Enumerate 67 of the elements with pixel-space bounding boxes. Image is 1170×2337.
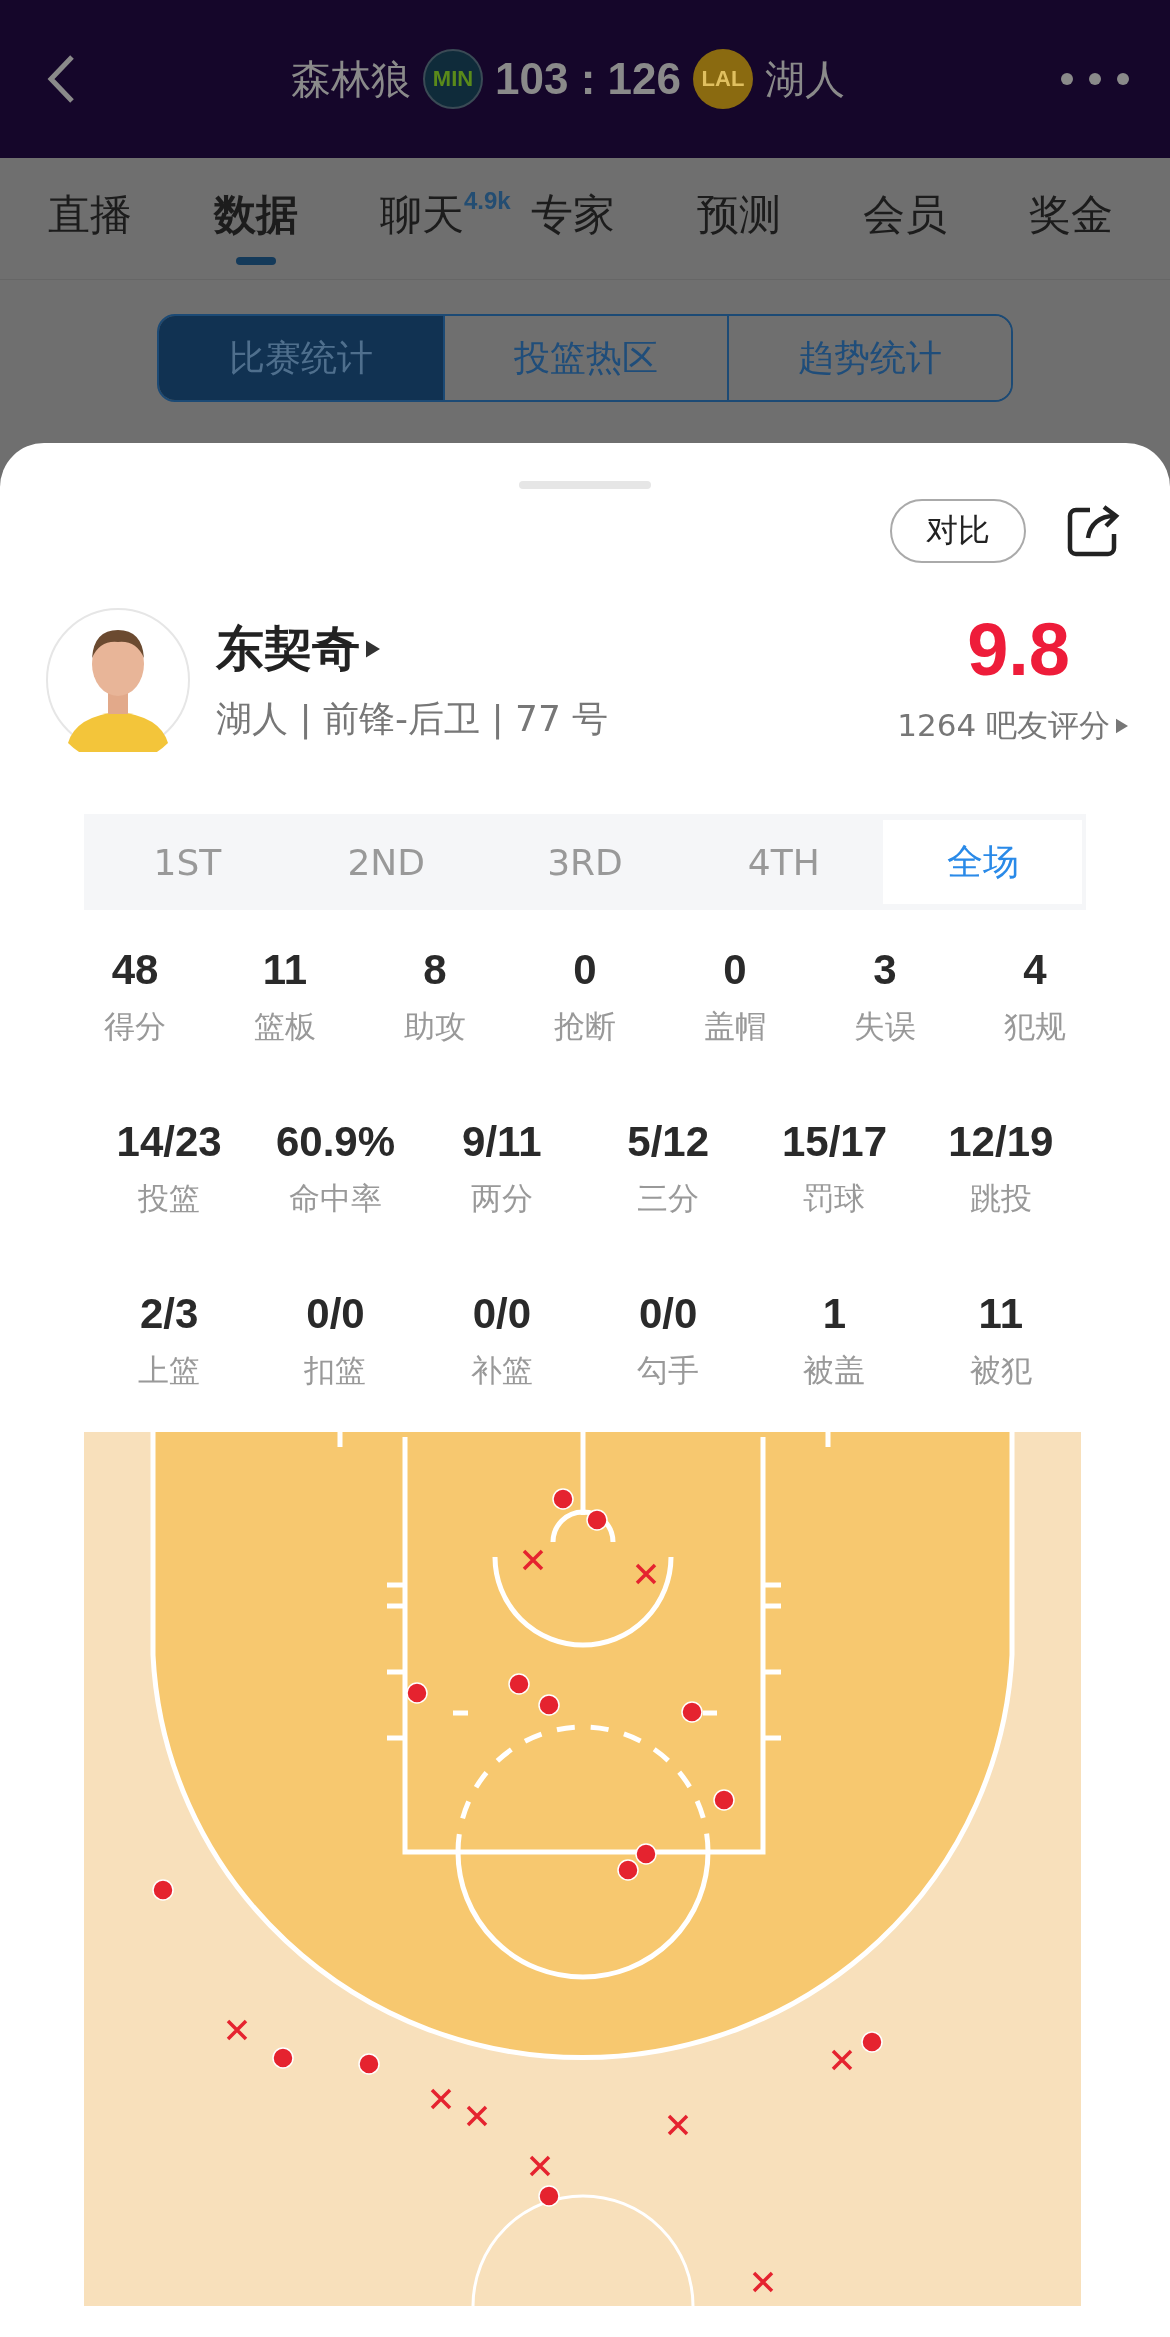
rating-score: 9.8 [967, 613, 1070, 687]
stat-label: 被盖 [803, 1351, 866, 1390]
stat-value: 9/11 [462, 1118, 542, 1166]
stat-label: 盖帽 [704, 1007, 766, 1046]
tab[interactable]: 聊天$^{4.9k}$ [380, 172, 511, 265]
stat-label: 被犯 [969, 1351, 1032, 1390]
period-tab[interactable]: 全场 [883, 820, 1082, 904]
tab[interactable]: 专家 [530, 172, 615, 265]
stat-label: 助攻 [404, 1007, 466, 1046]
stat-value: 11 [978, 1290, 1023, 1338]
stat-label: 犯规 [1004, 1007, 1066, 1046]
stat-label: 得分 [104, 1007, 166, 1046]
stat-value: 3 [873, 946, 897, 994]
player-name[interactable]: 东契奇 [216, 616, 360, 681]
stat-label: 补篮 [470, 1351, 533, 1390]
stat-label: 抢断 [554, 1007, 616, 1046]
stat-label: 三分 [637, 1179, 700, 1218]
more-icon[interactable] [1060, 72, 1130, 86]
period-tab[interactable]: 4TH [684, 820, 884, 904]
stat-value: 12/19 [948, 1118, 1054, 1166]
period-tab[interactable]: 1ST [88, 820, 287, 904]
stat-label: 上篮 [138, 1351, 201, 1390]
stat-value: 0/0 [472, 1290, 531, 1338]
tab[interactable]: 直播 [48, 172, 132, 265]
stat-value: 0 [573, 946, 597, 994]
stat-value: 4 [1023, 946, 1047, 994]
stat-label: 跳投 [969, 1179, 1032, 1218]
team-logo: MIN [423, 49, 484, 109]
compare-button[interactable]: 对比 [890, 499, 1026, 563]
stat-value: 0 [723, 946, 747, 994]
back-icon[interactable] [46, 54, 76, 104]
stat-label: 扣篮 [304, 1351, 367, 1390]
player-info: 湖人 | 前锋-后卫 | 77 号 [216, 696, 610, 742]
tab[interactable]: 数据 [214, 172, 298, 265]
team-name: 森林狼 [291, 54, 412, 104]
segment-tab[interactable]: 比赛统计 [159, 316, 443, 400]
team-logo: LAL [692, 49, 753, 109]
stat-label: 失误 [854, 1007, 916, 1046]
stat-value: 0/0 [306, 1290, 365, 1338]
stat-label: 篮板 [254, 1007, 316, 1046]
triangle-icon[interactable] [366, 639, 380, 658]
tab[interactable]: 奖金 [1028, 172, 1113, 265]
stat-value: 15/17 [781, 1118, 888, 1166]
period-tab[interactable]: 3RD [485, 820, 685, 904]
period-tab[interactable]: 2ND [286, 820, 486, 904]
stat-label: 命中率 [289, 1179, 382, 1218]
score: 103 : 126 [495, 54, 681, 104]
tab[interactable]: 会员 [862, 172, 947, 265]
stat-value: 2/3 [139, 1290, 199, 1338]
stat-label: 罚球 [803, 1179, 866, 1218]
stat-value: 8 [423, 946, 447, 994]
tab[interactable]: 预测 [696, 172, 781, 265]
stat-value: 1 [822, 1290, 847, 1338]
stat-label: 投篮 [138, 1179, 201, 1218]
stat-value: 48 [111, 946, 159, 994]
stat-label: 勾手 [637, 1351, 700, 1390]
stat-value: 14/23 [116, 1118, 222, 1166]
stat-value: 5/12 [627, 1118, 710, 1166]
stat-value: 0/0 [638, 1290, 698, 1338]
stat-label: 两分 [470, 1179, 533, 1218]
drag-handle[interactable] [519, 481, 651, 489]
stat-value: 60.9% [275, 1118, 396, 1166]
share-icon[interactable] [1066, 504, 1120, 558]
team-name: 湖人 [764, 54, 845, 104]
rating-count[interactable]: 1264 吧友评分 [897, 705, 1110, 747]
segment-tab[interactable]: 趋势统计 [727, 316, 1011, 400]
stat-value: 11 [262, 946, 308, 994]
